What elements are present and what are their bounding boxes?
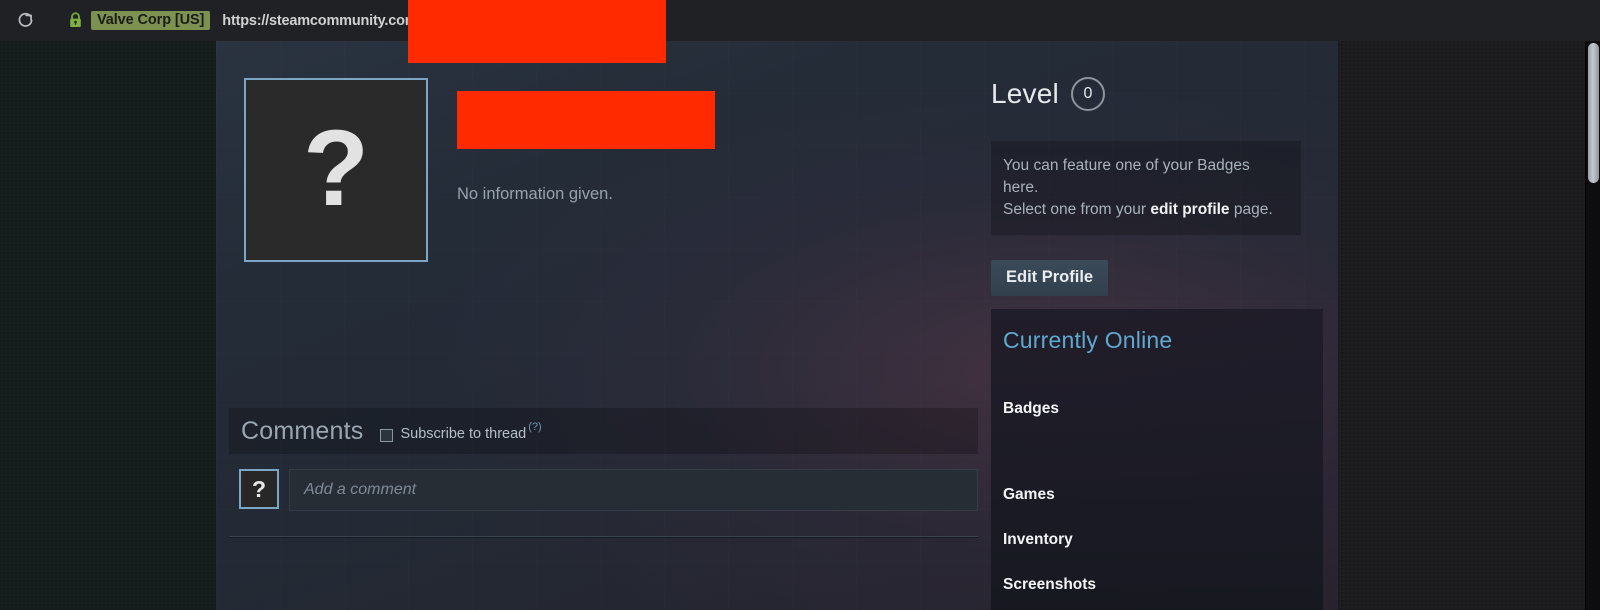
edit-profile-link[interactable]: edit profile — [1150, 201, 1229, 218]
level-display: Level 0 — [991, 77, 1105, 111]
sidebar-item-inventory[interactable]: Inventory — [1003, 531, 1073, 549]
sidebar-item-screenshots[interactable]: Screenshots — [1003, 576, 1096, 594]
comment-input[interactable]: Add a comment — [289, 469, 978, 511]
reload-button[interactable] — [10, 6, 40, 36]
subscribe-to-thread[interactable]: Subscribe to thread (?) — [380, 421, 542, 442]
profile-sidebar-panel: Currently Online Badges Games Inventory … — [991, 309, 1323, 610]
comments-title: Comments — [241, 416, 364, 445]
badge-hint-line-2: Select one from your edit profile page. — [1003, 199, 1287, 221]
page-scrollbar[interactable] — [1585, 41, 1600, 610]
edit-profile-button[interactable]: Edit Profile — [991, 260, 1109, 296]
username-redaction — [457, 91, 715, 149]
ev-certificate-badge: Valve Corp [US] — [91, 10, 211, 31]
badge-showcase-hint: You can feature one of your Badges here.… — [991, 141, 1301, 235]
online-status: Currently Online — [1003, 327, 1173, 353]
browser-toolbar: Valve Corp [US] https://steamcommunity.c… — [0, 0, 1600, 41]
sidebar-item-badges[interactable]: Badges — [1003, 400, 1059, 418]
subscribe-checkbox[interactable] — [380, 429, 394, 442]
badge-hint-line-1: You can feature one of your Badges here. — [1003, 157, 1250, 196]
comment-author-avatar[interactable]: ? — [239, 469, 279, 509]
level-value: 0 — [1083, 85, 1093, 102]
level-label: Level — [991, 78, 1059, 109]
profile-summary-text: No information given. — [457, 185, 613, 203]
page-backdrop-left — [0, 41, 216, 610]
comment-placeholder: Add a comment — [304, 481, 417, 498]
comments-header: Comments Subscribe to thread (?) — [229, 408, 978, 454]
lock-icon — [66, 11, 84, 31]
scrollbar-thumb[interactable] — [1588, 43, 1599, 183]
profile-content-area: ? No information given. Level 0 You can … — [216, 41, 1338, 610]
comments-divider — [229, 536, 978, 538]
badge-hint-prefix: Select one from your — [1003, 201, 1151, 218]
reload-icon — [18, 12, 32, 27]
badge-hint-suffix: page. — [1229, 201, 1273, 218]
comments-section: Comments Subscribe to thread (?) ? Add a… — [229, 408, 978, 538]
page-backdrop-right — [1338, 41, 1600, 610]
address-bar[interactable]: Valve Corp [US] https://steamcommunity.c… — [66, 7, 1600, 35]
default-avatar-question-icon: ? — [251, 475, 267, 502]
help-icon[interactable]: (?) — [528, 421, 541, 433]
sidebar-item-games[interactable]: Games — [1003, 486, 1055, 504]
comment-compose-row: ? Add a comment — [229, 469, 978, 511]
url-redaction — [408, 0, 666, 63]
subscribe-label: Subscribe to thread — [400, 426, 527, 442]
default-avatar-question-icon: ? — [303, 107, 369, 228]
avatar[interactable]: ? — [244, 78, 428, 262]
page-viewport: ? No information given. Level 0 You can … — [0, 41, 1600, 610]
level-circle: 0 — [1070, 77, 1105, 111]
